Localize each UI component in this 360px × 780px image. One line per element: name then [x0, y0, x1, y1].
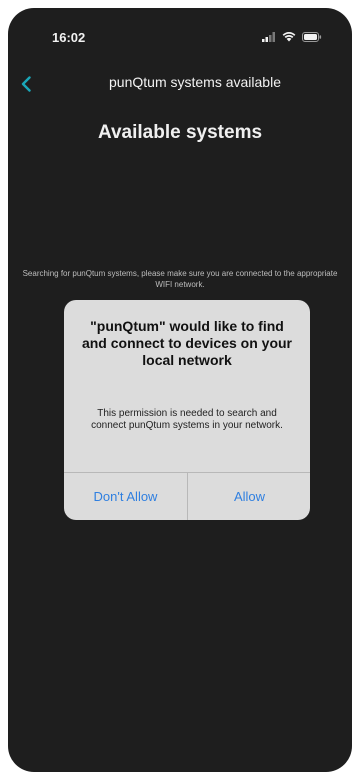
wifi-icon: [282, 32, 296, 42]
permission-alert: "punQtum" would like to find and connect…: [64, 300, 310, 520]
nav-title: punQtum systems available: [109, 74, 281, 90]
app-screen: 16:02 punQtum systems available Availabl…: [8, 8, 352, 772]
battery-icon: [302, 32, 322, 42]
navigation-bar: punQtum systems available: [8, 66, 352, 102]
searching-message: Searching for punQtum systems, please ma…: [22, 269, 338, 289]
dont-allow-button[interactable]: Don't Allow: [64, 473, 187, 520]
back-button[interactable]: [12, 66, 40, 102]
alert-message: This permission is needed to search and …: [91, 408, 283, 431]
status-bar: 16:02: [8, 8, 352, 56]
page-title: Available systems: [97, 122, 263, 143]
signal-icon: [262, 32, 275, 42]
allow-button[interactable]: Allow: [188, 473, 310, 520]
alert-title: "punQtum" would like to find and connect…: [81, 318, 293, 368]
chevron-left-icon: [21, 76, 31, 92]
status-time: 16:02: [52, 30, 86, 45]
phone-frame: 16:02 punQtum systems available Availabl…: [0, 0, 360, 780]
status-icons: [262, 32, 322, 42]
